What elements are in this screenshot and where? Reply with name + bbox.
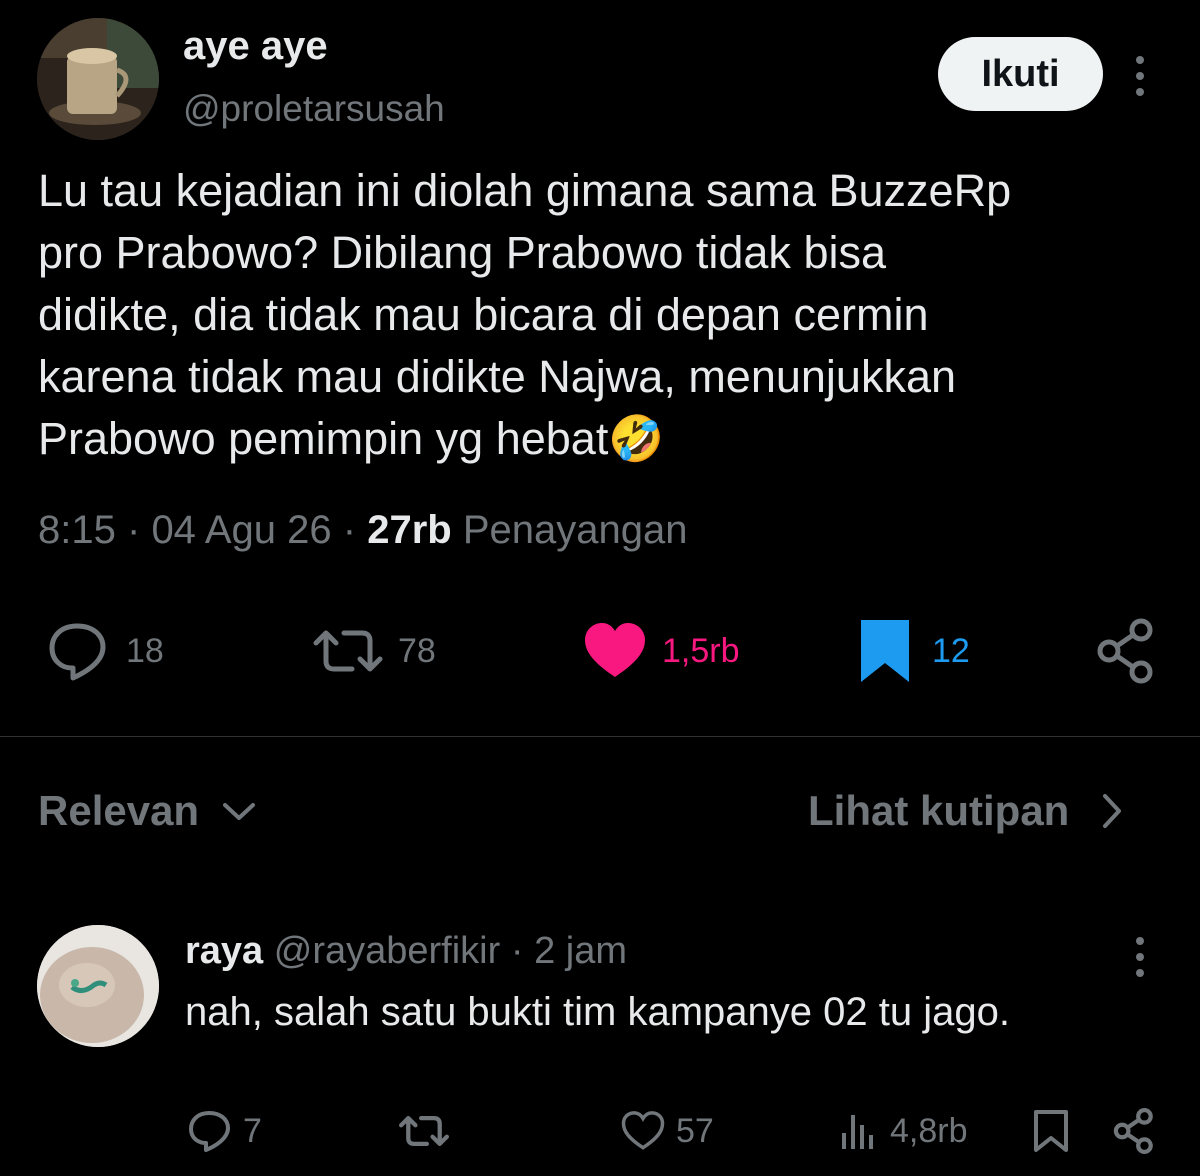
sort-dropdown[interactable]: Relevan xyxy=(38,787,259,835)
bookmark-icon xyxy=(861,620,909,682)
quotes-label: Lihat kutipan xyxy=(808,787,1070,834)
chevron-down-icon xyxy=(223,803,256,820)
sort-label: Relevan xyxy=(38,787,200,834)
meta-separator: · xyxy=(342,508,357,552)
reply-avatar-image xyxy=(37,925,159,1047)
share-button[interactable] xyxy=(1095,615,1157,687)
views-label: Penayangan xyxy=(462,508,688,552)
retweet-arrows-icon xyxy=(313,630,383,672)
reply-reply-button[interactable]: 7 xyxy=(187,1105,262,1157)
view-quotes-link[interactable]: Lihat kutipan xyxy=(808,787,1127,835)
rofl-emoji: 🤣 xyxy=(608,413,665,464)
bookmark-count: 12 xyxy=(932,631,970,670)
reply-views-button[interactable]: 4,8rb xyxy=(838,1105,968,1157)
coffee-cup-avatar-image xyxy=(37,18,159,140)
like-button[interactable]: 1,5rb xyxy=(582,615,740,687)
share-nodes-icon xyxy=(1097,618,1153,684)
chevron-right-icon xyxy=(1103,794,1122,828)
like-count: 1,5rb xyxy=(662,631,740,670)
reply-text: nah, salah satu bukti tim kampanye 02 tu… xyxy=(185,990,1010,1034)
tweet-meta: 8:15 · 04 Agu 26 · 27rb Penayangan xyxy=(38,508,687,553)
meta-separator: · xyxy=(126,508,141,552)
views-count: 27rb xyxy=(367,508,452,552)
reply-author-avatar[interactable] xyxy=(37,925,159,1047)
reply-button[interactable]: 18 xyxy=(46,615,164,687)
divider xyxy=(0,736,1200,737)
reply-views-count: 4,8rb xyxy=(890,1111,968,1150)
bar-chart-icon xyxy=(842,1115,873,1149)
reply-more-options-icon[interactable] xyxy=(1125,935,1155,979)
bookmark-outline-icon xyxy=(1034,1110,1068,1152)
speech-bubble-icon xyxy=(49,623,106,681)
reply-author-name[interactable]: raya xyxy=(185,930,263,972)
reply-retweet-button[interactable] xyxy=(398,1105,450,1157)
heart-icon xyxy=(585,623,645,677)
bookmark-button[interactable]: 12 xyxy=(858,615,970,687)
reply-author-handle[interactable]: @rayaberfikir xyxy=(274,930,501,972)
share-nodes-icon xyxy=(1113,1108,1153,1154)
tweet-time[interactable]: 8:15 xyxy=(38,508,116,552)
author-handle[interactable]: @proletarsusah xyxy=(183,88,445,130)
reply-time[interactable]: 2 jam xyxy=(534,930,627,972)
reply-separator: · xyxy=(510,930,524,972)
reply-reply-count: 7 xyxy=(243,1111,262,1150)
reply-share-button[interactable] xyxy=(1112,1105,1156,1157)
reply-header: raya @rayaberfikir · 2 jam xyxy=(185,930,627,973)
retweet-button[interactable]: 78 xyxy=(312,615,436,687)
author-display-name[interactable]: aye aye xyxy=(183,24,328,69)
author-avatar[interactable] xyxy=(37,18,159,140)
tweet-text: Lu tau kejadian ini diolah gimana sama B… xyxy=(38,160,1168,470)
reply-count: 18 xyxy=(126,631,164,670)
more-options-icon[interactable] xyxy=(1125,52,1155,100)
tweet-date[interactable]: 04 Agu 26 xyxy=(151,508,331,552)
reply-bookmark-button[interactable] xyxy=(1032,1105,1070,1157)
heart-outline-icon xyxy=(621,1111,665,1150)
retweet-count: 78 xyxy=(398,631,436,670)
follow-button[interactable]: Ikuti xyxy=(938,37,1103,111)
reply-like-button[interactable]: 57 xyxy=(620,1105,714,1157)
speech-bubble-icon xyxy=(189,1111,230,1152)
retweet-arrows-icon xyxy=(398,1116,449,1146)
reply-like-count: 57 xyxy=(676,1111,714,1150)
tweet-body-text: Lu tau kejadian ini diolah gimana sama B… xyxy=(38,165,1012,464)
